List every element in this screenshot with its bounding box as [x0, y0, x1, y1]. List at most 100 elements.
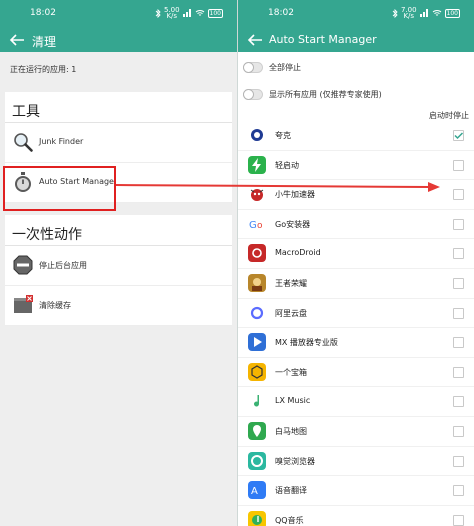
stop-on-boot-checkbox[interactable]	[453, 337, 464, 349]
app-name: 语音翻译	[275, 486, 307, 496]
map-pin-icon	[248, 422, 266, 440]
app-name: Go安装器	[275, 219, 311, 229]
qq-music-icon	[248, 510, 266, 526]
app-name: 夸克	[275, 131, 291, 140]
cloud-drive-icon	[248, 303, 266, 322]
tools-header: 工具	[5, 92, 232, 123]
app-name: LX Music	[275, 396, 311, 406]
music-note-icon	[248, 392, 266, 411]
stop-on-boot-checkbox[interactable]	[453, 218, 464, 230]
page-title: Auto Start Manager	[269, 33, 377, 46]
app-row[interactable]: MX 播放器专业版	[238, 328, 474, 358]
svg-text:G: G	[249, 220, 257, 231]
app-row[interactable]: QQ音乐	[238, 506, 474, 526]
signal-icon	[419, 9, 428, 17]
quark-icon	[248, 126, 266, 144]
clear-cache-item[interactable]: 清除缓存	[5, 286, 232, 326]
status-icons: 5.00 K/s 100	[155, 6, 223, 20]
status-bar: 18:02 5.00 K/s 100	[0, 0, 237, 29]
app-row[interactable]: 小牛加速器	[238, 180, 474, 210]
macrodroid-icon	[248, 244, 266, 263]
svg-text:A: A	[251, 486, 258, 497]
app-row[interactable]: 王者荣耀	[238, 269, 474, 299]
app-row[interactable]: 轻启动	[238, 151, 474, 181]
stop-on-boot-column-header: 启动时停止	[429, 111, 469, 120]
app-row[interactable]: 白马地图	[238, 417, 474, 447]
junk-finder-item[interactable]: Junk Finder	[5, 123, 232, 163]
toolbar: Auto Start Manager	[238, 29, 474, 52]
game-hero-icon	[248, 274, 266, 292]
back-arrow-icon[interactable]	[8, 31, 26, 49]
stop-on-boot-checkbox[interactable]	[453, 189, 464, 201]
bluetooth-icon	[155, 8, 161, 18]
play-icon	[248, 333, 266, 352]
app-name: 轻启动	[275, 160, 299, 170]
stop-on-boot-checkbox[interactable]	[453, 485, 464, 497]
stop-on-boot-checkbox[interactable]	[453, 426, 464, 437]
translate-icon: A	[248, 481, 266, 500]
stop-background-apps-item[interactable]: 停止后台应用	[5, 246, 232, 286]
show-all-apps-label: 显示所有应用 (仅推荐专家使用)	[269, 90, 382, 99]
wifi-icon	[195, 10, 204, 16]
stop-on-boot-checkbox[interactable]	[453, 248, 464, 260]
stop-on-boot-checkbox[interactable]	[453, 159, 464, 171]
app-row[interactable]: Go Go安装器	[238, 210, 474, 240]
lightning-icon	[248, 155, 266, 174]
app-row[interactable]: 嗅觉浏览器	[238, 447, 474, 477]
app-row[interactable]: 夸克	[238, 121, 474, 151]
checkmark-icon	[454, 132, 464, 140]
app-name: 嗅觉浏览器	[275, 456, 315, 466]
show-all-apps-option[interactable]: 显示所有应用 (仅推荐专家使用)	[238, 83, 474, 107]
status-time: 18:02	[30, 8, 56, 18]
app-row[interactable]: A 语音翻译	[238, 476, 474, 506]
app-name: 阿里云盘	[275, 308, 307, 318]
wifi-icon	[432, 10, 441, 16]
signal-icon	[182, 9, 191, 17]
app-name: MX 播放器专业版	[275, 338, 338, 348]
clear-cache-label: 清除缓存	[39, 301, 71, 310]
magnifier-icon	[14, 133, 33, 152]
back-arrow-icon[interactable]	[246, 31, 264, 49]
stop-all-label: 全部停止	[269, 63, 301, 72]
app-row[interactable]: 一个宝箱	[238, 358, 474, 388]
status-icons: 7.00 K/s 100	[392, 6, 460, 20]
auto-start-manager-screen: 18:02 7.00 K/s 100 Auto Start Manager 全部停…	[237, 0, 474, 526]
running-apps-count: 正在运行的应用: 1	[10, 65, 77, 74]
actions-header: 一次性动作	[5, 215, 232, 246]
bluetooth-icon	[392, 8, 398, 18]
go-installer-icon: Go	[248, 214, 266, 233]
app-name: 一个宝箱	[275, 367, 307, 377]
network-speed: 7.00 K/s	[400, 6, 417, 20]
stop-on-boot-checkbox[interactable]	[453, 366, 464, 378]
stop-on-boot-checkbox[interactable]	[453, 307, 464, 319]
stop-on-boot-checkbox[interactable]	[453, 130, 464, 141]
network-speed: 5.00 K/s	[163, 6, 180, 20]
app-name: 白马地图	[275, 427, 307, 436]
app-name: MacroDroid	[275, 248, 321, 258]
page-title: 清理	[32, 35, 57, 49]
app-row[interactable]: LX Music	[238, 387, 474, 417]
app-name: 小牛加速器	[275, 190, 315, 200]
status-time: 18:02	[268, 8, 294, 18]
app-row[interactable]: MacroDroid	[238, 239, 474, 269]
clear-cache-icon	[14, 295, 33, 313]
app-row[interactable]: 阿里云盘	[238, 299, 474, 329]
junk-finder-label: Junk Finder	[39, 137, 84, 146]
stop-sign-icon	[13, 255, 33, 275]
stop-on-boot-checkbox[interactable]	[453, 396, 464, 408]
stop-all-toggle[interactable]	[243, 62, 263, 73]
browser-icon	[248, 451, 266, 470]
stop-on-boot-checkbox[interactable]	[453, 278, 464, 289]
highlight-box	[3, 166, 116, 211]
app-name: 王者荣耀	[275, 279, 307, 288]
svg-text:o: o	[257, 221, 263, 231]
clean-screen: 18:02 5.00 K/s 100 清理 正在运行的应用: 1 工具 Junk …	[0, 0, 237, 526]
stop-background-apps-label: 停止后台应用	[39, 261, 87, 270]
battery-icon: 100	[207, 8, 223, 18]
stop-on-boot-checkbox[interactable]	[453, 455, 464, 467]
show-all-apps-toggle[interactable]	[243, 89, 263, 100]
status-bar: 18:02 7.00 K/s 100	[238, 0, 474, 29]
stop-on-boot-checkbox[interactable]	[453, 514, 464, 526]
calf-icon	[248, 185, 266, 204]
stop-all-option[interactable]: 全部停止	[238, 56, 474, 80]
